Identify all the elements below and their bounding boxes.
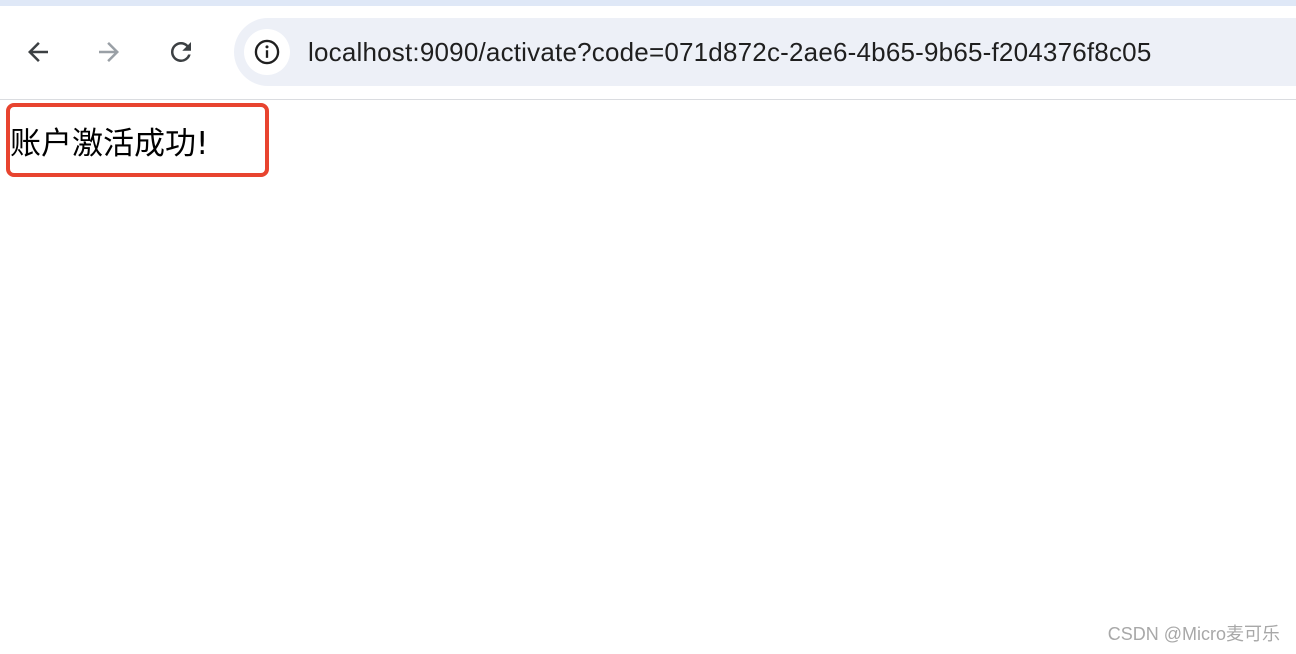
reload-button[interactable] bbox=[161, 32, 201, 72]
info-icon bbox=[254, 39, 280, 65]
url-text[interactable]: localhost:9090/activate?code=071d872c-2a… bbox=[308, 18, 1152, 86]
address-bar[interactable]: localhost:9090/activate?code=071d872c-2a… bbox=[234, 18, 1296, 86]
arrow-left-icon bbox=[28, 42, 48, 62]
page-content: 账户激活成功! CSDN @Micro麦可乐 bbox=[0, 100, 1296, 654]
activation-success-message: 账户激活成功! bbox=[10, 126, 209, 162]
reload-icon bbox=[170, 41, 191, 62]
forward-button[interactable] bbox=[89, 32, 129, 72]
browser-toolbar: localhost:9090/activate?code=071d872c-2a… bbox=[0, 6, 1296, 100]
site-info-button[interactable] bbox=[244, 29, 290, 75]
watermark: CSDN @Micro麦可乐 bbox=[1107, 624, 1280, 644]
back-button[interactable] bbox=[18, 32, 58, 72]
arrow-right-icon bbox=[99, 42, 119, 62]
